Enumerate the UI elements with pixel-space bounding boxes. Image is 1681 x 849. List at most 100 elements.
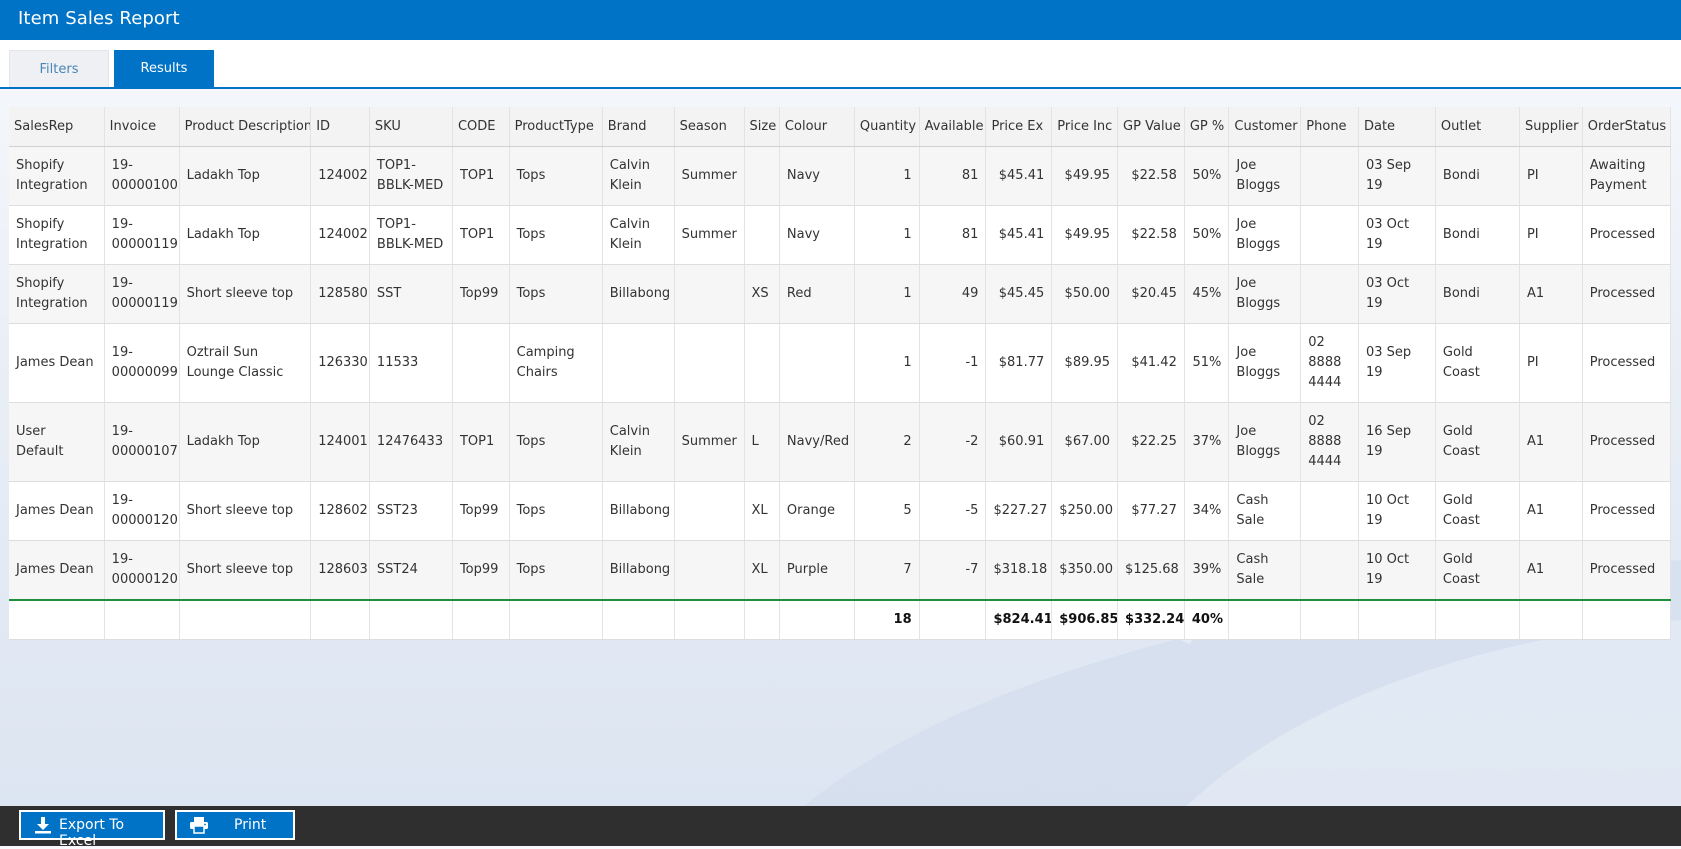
table-cell: 45%: [1184, 264, 1230, 324]
table-cell: 19-00000099: [104, 323, 180, 403]
table-cell: Cash Sale: [1228, 540, 1302, 601]
table-cell: Processed: [1582, 540, 1672, 601]
table-cell: [744, 323, 780, 403]
table-cell: $49.95: [1051, 205, 1119, 265]
table-cell: 03 Sep 19: [1358, 323, 1436, 403]
table-cell: [744, 146, 780, 206]
table-cell: 1: [854, 205, 920, 265]
table-cell: Summer: [674, 402, 745, 482]
table-cell: [674, 481, 745, 541]
column-header[interactable]: SKU: [369, 107, 453, 147]
table-cell: Oztrail Sun Lounge Classic: [179, 323, 312, 403]
table-row[interactable]: James Dean 19-00000120 Short sleeve top 128…: [9, 481, 1672, 541]
column-header[interactable]: Invoice: [104, 107, 180, 147]
table-cell: [602, 323, 675, 403]
table-cell: Tops: [509, 205, 603, 265]
table-cell: Tops: [509, 481, 603, 541]
column-header[interactable]: Brand: [602, 107, 675, 147]
table-cell: Shopify Integration: [9, 205, 105, 265]
column-header[interactable]: Date: [1358, 107, 1436, 147]
column-header[interactable]: OrderStatus: [1582, 107, 1672, 147]
table-cell: [674, 540, 745, 601]
table-cell: [1300, 146, 1359, 206]
table-cell: 37%: [1184, 402, 1230, 482]
table-cell: XS: [744, 264, 780, 324]
table-cell: $50.00: [1051, 264, 1119, 324]
table-cell: $350.00: [1051, 540, 1119, 601]
table-row[interactable]: Shopify Integration 19-00000119 Short slee…: [9, 264, 1672, 324]
total-cell: [104, 599, 180, 640]
table-cell: PI: [1519, 205, 1583, 265]
table-cell: Gold Coast: [1435, 402, 1520, 482]
table-row[interactable]: Shopify Integration 19-00000100 Ladakh Top…: [9, 146, 1672, 206]
table-cell: 02 8888 4444: [1300, 402, 1359, 482]
column-header[interactable]: Product Description: [179, 107, 312, 147]
bottom-toolbar: Export To Excel Print: [0, 806, 1681, 849]
tab-results[interactable]: Results: [114, 50, 214, 87]
print-button[interactable]: Print: [175, 810, 295, 840]
column-header[interactable]: Available: [919, 107, 987, 147]
table-cell: Top99: [452, 540, 510, 601]
column-header[interactable]: SalesRep: [9, 107, 105, 147]
table-cell: Calvin Klein: [602, 402, 675, 482]
download-icon: [35, 817, 51, 834]
table-cell: A1: [1519, 264, 1583, 324]
total-cell: [779, 599, 855, 640]
table-row[interactable]: Shopify Integration 19-00000119 Ladakh Top…: [9, 205, 1672, 265]
table-cell: Joe Bloggs: [1228, 264, 1302, 324]
export-to-excel-button[interactable]: Export To Excel: [19, 810, 165, 849]
column-header[interactable]: GP %: [1184, 107, 1230, 147]
table-cell: $227.27: [985, 481, 1053, 541]
table-cell: $250.00: [1051, 481, 1119, 541]
column-header[interactable]: Colour: [779, 107, 855, 147]
column-header[interactable]: Supplier: [1519, 107, 1583, 147]
table-cell: Purple: [779, 540, 855, 601]
table-cell: Joe Bloggs: [1228, 205, 1302, 265]
table-cell: Navy: [779, 146, 855, 206]
table-cell: James Dean: [9, 323, 105, 403]
table-cell: Top99: [452, 264, 510, 324]
table-cell: SST23: [369, 481, 453, 541]
column-header[interactable]: Price Ex: [985, 107, 1053, 147]
total-cell: [509, 599, 603, 640]
total-cell: [919, 599, 987, 640]
table-cell: $45.41: [985, 146, 1053, 206]
table-row[interactable]: James Dean 19-00000099 Oztrail Sun Lounge …: [9, 323, 1672, 403]
column-header[interactable]: Quantity: [854, 107, 920, 147]
table-row[interactable]: User Default 19-00000107 Ladakh Top 124001 1…: [9, 402, 1672, 482]
column-header[interactable]: Customer: [1228, 107, 1302, 147]
table-cell: -1: [919, 323, 987, 403]
results-grid: SalesRep Invoice Product Description ID …: [9, 107, 1672, 640]
table-cell: 124002: [310, 205, 370, 265]
table-cell: $67.00: [1051, 402, 1119, 482]
table-cell: Ladakh Top: [179, 402, 312, 482]
table-cell: 2: [854, 402, 920, 482]
column-header[interactable]: Season: [674, 107, 745, 147]
column-header[interactable]: Price Inc: [1051, 107, 1119, 147]
column-header[interactable]: ID: [310, 107, 370, 147]
column-header[interactable]: Outlet: [1435, 107, 1520, 147]
column-header[interactable]: Size: [744, 107, 780, 147]
column-header[interactable]: ProductType: [509, 107, 603, 147]
table-cell: $49.95: [1051, 146, 1119, 206]
column-header[interactable]: CODE: [452, 107, 510, 147]
table-cell: Processed: [1582, 481, 1672, 541]
table-cell: [1300, 540, 1359, 601]
table-cell: SST24: [369, 540, 453, 601]
column-header[interactable]: GP Value: [1117, 107, 1185, 147]
table-cell: Orange: [779, 481, 855, 541]
table-cell: 19-00000119: [104, 205, 180, 265]
tab-filters[interactable]: Filters: [9, 50, 109, 87]
table-cell: 16 Sep 19: [1358, 402, 1436, 482]
column-header[interactable]: Phone: [1300, 107, 1359, 147]
table-cell: Calvin Klein: [602, 146, 675, 206]
table-cell: -2: [919, 402, 987, 482]
table-cell: PI: [1519, 323, 1583, 403]
table-cell: Ladakh Top: [179, 146, 312, 206]
table-cell: Camping Chairs: [509, 323, 603, 403]
total-cell: [674, 599, 745, 640]
table-row[interactable]: James Dean 19-00000120 Short sleeve top 128…: [9, 540, 1672, 601]
table-cell: Billabong: [602, 264, 675, 324]
table-cell: 19-00000120: [104, 540, 180, 601]
table-cell: 128602: [310, 481, 370, 541]
